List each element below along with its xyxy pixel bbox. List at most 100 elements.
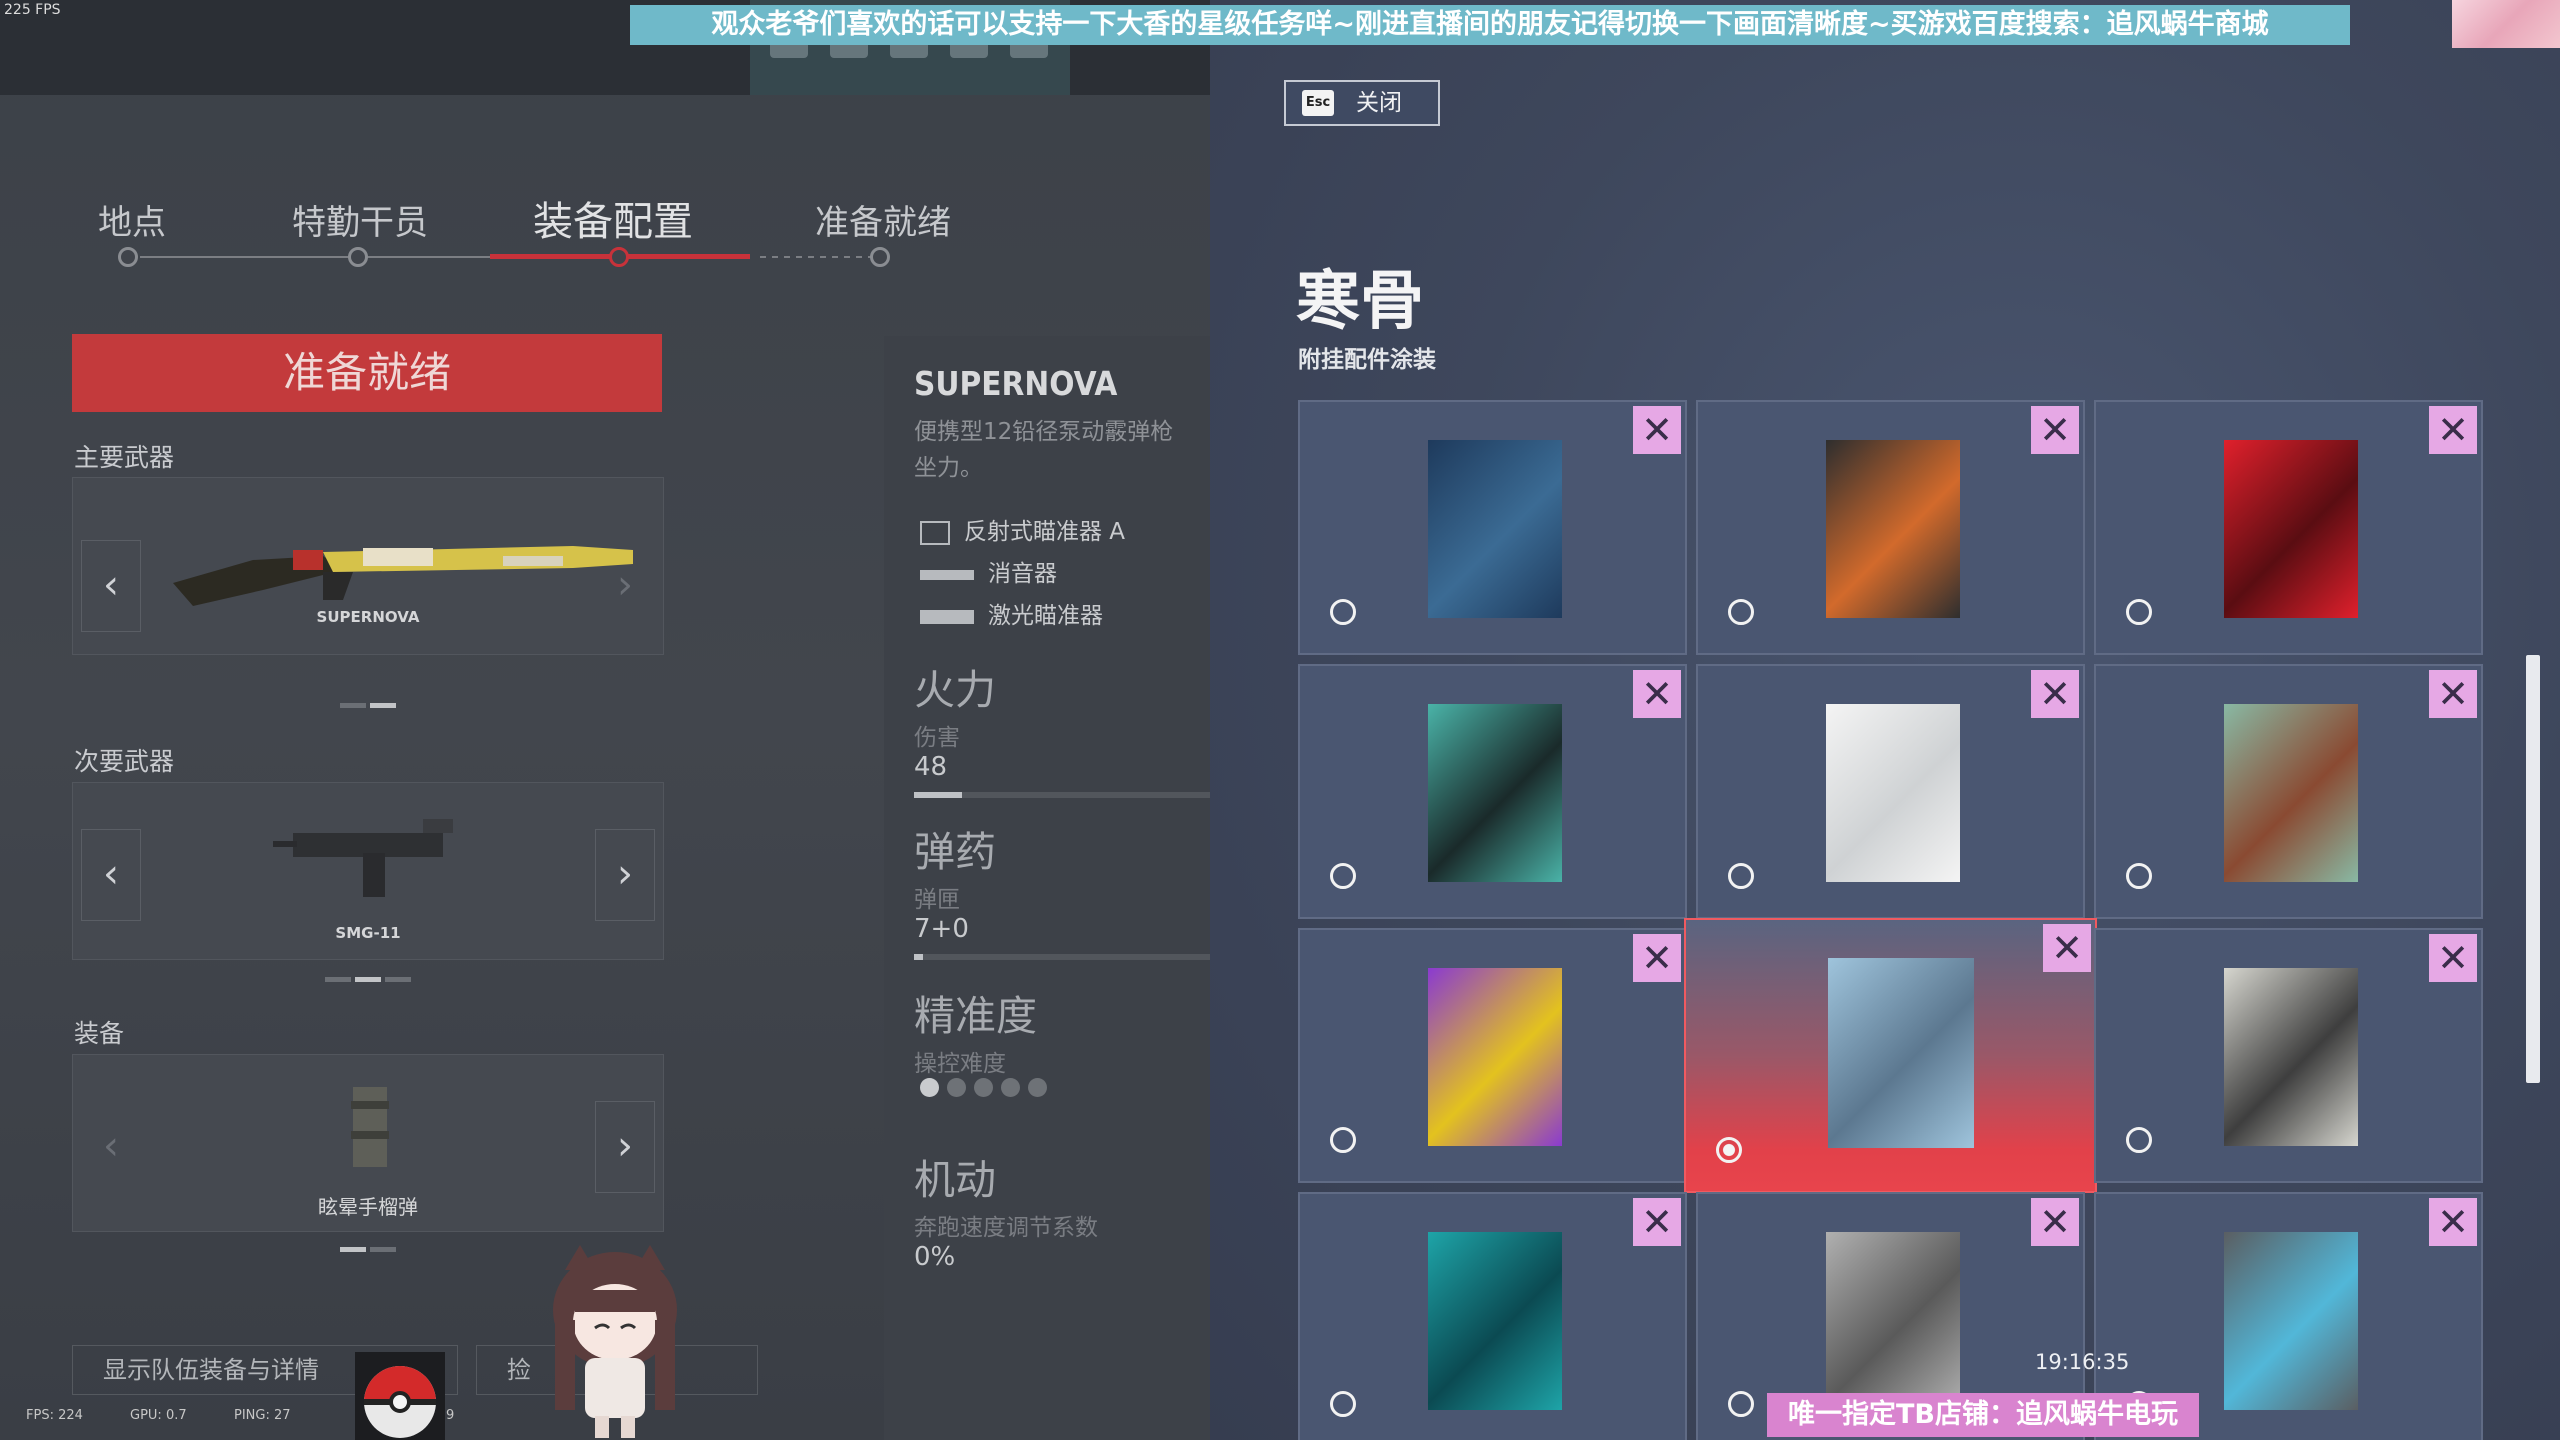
streamer-avatar bbox=[2452, 0, 2560, 48]
remove-skin-icon[interactable]: ✕ bbox=[2043, 924, 2091, 972]
stat-sub: 弹匣 bbox=[914, 887, 960, 913]
skin-radio[interactable] bbox=[1728, 1391, 1754, 1417]
attachment-label: 激光瞄准器 bbox=[988, 603, 1103, 629]
fps-readout: FPS: 224 bbox=[26, 1408, 83, 1423]
stat-heading: 火力 bbox=[914, 666, 996, 714]
difficulty-dot bbox=[947, 1078, 966, 1097]
prev-gadget-button[interactable]: ‹ bbox=[81, 1101, 141, 1193]
prev-secondary-button[interactable]: ‹ bbox=[81, 829, 141, 921]
red-skull-skin-swatch bbox=[2224, 440, 2358, 618]
remove-skin-icon[interactable]: ✕ bbox=[2429, 934, 2477, 982]
detail-description: 便携型12铅径泵动霰弹枪 坐力。 bbox=[914, 414, 1210, 486]
skin-tile-teal-stained-glass-skin[interactable]: ✕ bbox=[1298, 664, 1687, 919]
skin-subtitle: 附挂配件涂装 bbox=[1298, 347, 1436, 373]
secondary-weapon-card[interactable]: ‹ › SMG-11 bbox=[72, 782, 664, 982]
step-dot bbox=[870, 247, 890, 267]
copper-pipe-skin-swatch bbox=[2224, 704, 2358, 882]
close-label: 关闭 bbox=[1356, 90, 1402, 116]
weapon-detail-panel: SUPERNOVA 便携型12铅径泵动霰弹枪 坐力。 反射式瞄准器 A 消音器 … bbox=[884, 336, 1210, 1440]
attachment-label: 反射式瞄准器 A bbox=[964, 519, 1126, 545]
stream-banner-bottom: 唯一指定TB店铺：追风蜗牛电玩 bbox=[1767, 1393, 2199, 1437]
primary-pager bbox=[73, 693, 663, 712]
close-button[interactable]: Esc 关闭 bbox=[1284, 80, 1440, 126]
skin-radio[interactable] bbox=[1728, 863, 1754, 889]
skin-tile-copper-pipe-skin[interactable]: ✕ bbox=[2094, 664, 2483, 919]
blue-carved-skin-swatch bbox=[1428, 440, 1562, 618]
ready-button[interactable]: 准备就绪 bbox=[72, 334, 662, 412]
secondary-weapon-label: 次要武器 bbox=[74, 747, 175, 776]
skin-tile-teal-drip-skin[interactable]: ✕ bbox=[1298, 1192, 1687, 1440]
skin-tile-raccoon-comic-skin[interactable]: ✕ bbox=[2094, 928, 2483, 1183]
step-ready[interactable]: 准备就绪 bbox=[815, 195, 951, 244]
step-dot bbox=[348, 247, 368, 267]
skin-tile-feather-yellow-purple-skin[interactable]: ✕ bbox=[1298, 928, 1687, 1183]
gpu-readout: GPU: 0.7 bbox=[130, 1408, 187, 1423]
skin-title: 寒骨 bbox=[1296, 265, 1424, 339]
step-loadout[interactable]: 装备配置 bbox=[533, 189, 693, 247]
remove-skin-icon[interactable]: ✕ bbox=[2429, 1198, 2477, 1246]
stat-heading: 精准度 bbox=[914, 992, 1037, 1040]
remove-skin-icon[interactable]: ✕ bbox=[1633, 406, 1681, 454]
remove-skin-icon[interactable]: ✕ bbox=[1633, 670, 1681, 718]
chrome-skull-skin-swatch bbox=[1828, 958, 1974, 1148]
difficulty-dot bbox=[920, 1078, 939, 1097]
remove-skin-icon[interactable]: ✕ bbox=[2031, 1198, 2079, 1246]
remove-skin-icon[interactable]: ✕ bbox=[2031, 406, 2079, 454]
skin-radio[interactable] bbox=[1728, 599, 1754, 625]
next-gadget-button[interactable]: › bbox=[595, 1101, 655, 1193]
detail-weapon-title: SUPERNOVA bbox=[914, 364, 1118, 403]
secondary-weapon-name: SMG-11 bbox=[335, 924, 401, 942]
next-secondary-button[interactable]: › bbox=[595, 829, 655, 921]
skin-radio[interactable] bbox=[2126, 863, 2152, 889]
skin-radio[interactable] bbox=[1330, 863, 1356, 889]
step-operator[interactable]: 特勤干员 bbox=[292, 195, 428, 244]
shotgun-image bbox=[173, 546, 633, 606]
skin-tile-red-skull-skin[interactable]: ✕ bbox=[2094, 400, 2483, 655]
teal-stained-glass-skin-swatch bbox=[1428, 704, 1562, 882]
stat-sub: 伤害 bbox=[914, 725, 960, 751]
detail-desc-line: 便携型12铅径泵动霰弹枪 bbox=[914, 419, 1174, 445]
white-frost-skin-swatch bbox=[1826, 704, 1960, 882]
skin-radio[interactable] bbox=[1330, 1391, 1356, 1417]
skin-radio[interactable] bbox=[2126, 599, 2152, 625]
laser-icon bbox=[920, 609, 974, 624]
skin-radio[interactable] bbox=[1330, 599, 1356, 625]
skin-tile-charcoal-lava-skin[interactable]: ✕ bbox=[1696, 400, 2085, 655]
stat-sub: 奔跑速度调节系数 bbox=[914, 1215, 1098, 1241]
smg-image bbox=[273, 819, 453, 897]
primary-weapon-name: SUPERNOVA bbox=[316, 608, 420, 626]
magazine-bar bbox=[914, 954, 1210, 960]
skin-grid-scrollbar[interactable] bbox=[2526, 655, 2540, 1083]
sight-icon bbox=[920, 520, 950, 545]
remove-skin-icon[interactable]: ✕ bbox=[2031, 670, 2079, 718]
step-location[interactable]: 地点 bbox=[98, 195, 166, 244]
raccoon-comic-skin-swatch bbox=[2224, 968, 2358, 1146]
difficulty-dot bbox=[1001, 1078, 1020, 1097]
skin-tile-white-frost-skin[interactable]: ✕ bbox=[1696, 664, 2085, 919]
step-dot-active bbox=[609, 247, 629, 267]
primary-weapon-card[interactable]: ‹ › SUPERNOVA bbox=[72, 477, 664, 708]
remove-skin-icon[interactable]: ✕ bbox=[1633, 1198, 1681, 1246]
primary-weapon-label: 主要武器 bbox=[74, 443, 175, 472]
skin-tile-chrome-skull-skin[interactable]: ✕ bbox=[1684, 918, 2097, 1193]
stat-sub: 操控难度 bbox=[914, 1051, 1006, 1077]
loadout-panel: 225 FPS 地点 特勤干员 装备配置 准备就绪 准备就绪 主要武器 ‹ › bbox=[0, 0, 1210, 1440]
damage-bar bbox=[914, 792, 1210, 798]
attachment-suppressor: 消音器 bbox=[920, 554, 1057, 588]
remove-skin-icon[interactable]: ✕ bbox=[1633, 934, 1681, 982]
silver-wave-skin-swatch bbox=[1826, 1232, 1960, 1410]
esc-key-icon: Esc bbox=[1302, 90, 1334, 116]
skin-radio[interactable] bbox=[2126, 1127, 2152, 1153]
skin-tile-blue-carved-skin[interactable]: ✕ bbox=[1298, 400, 1687, 655]
remove-skin-icon[interactable]: ✕ bbox=[2429, 406, 2477, 454]
step-line bbox=[140, 256, 550, 258]
skin-radio[interactable] bbox=[1716, 1137, 1742, 1163]
clock: 19:16:35 bbox=[2035, 1350, 2130, 1374]
skin-radio[interactable] bbox=[1330, 1127, 1356, 1153]
gadget-card[interactable]: ‹ › 眩晕手榴弹 bbox=[72, 1054, 664, 1252]
stat-heading: 机动 bbox=[914, 1156, 996, 1204]
stat-heading: 弹药 bbox=[914, 828, 996, 876]
fps-counter: 225 FPS bbox=[4, 2, 61, 18]
remove-skin-icon[interactable]: ✕ bbox=[2429, 670, 2477, 718]
skin-selection-panel: Esc 关闭 寒骨 附挂配件涂装 ✕ ✕ ✕ ✕ ✕ ✕ ✕ ✕ ✕ ✕ ✕ ✕ bbox=[1210, 0, 2560, 1440]
